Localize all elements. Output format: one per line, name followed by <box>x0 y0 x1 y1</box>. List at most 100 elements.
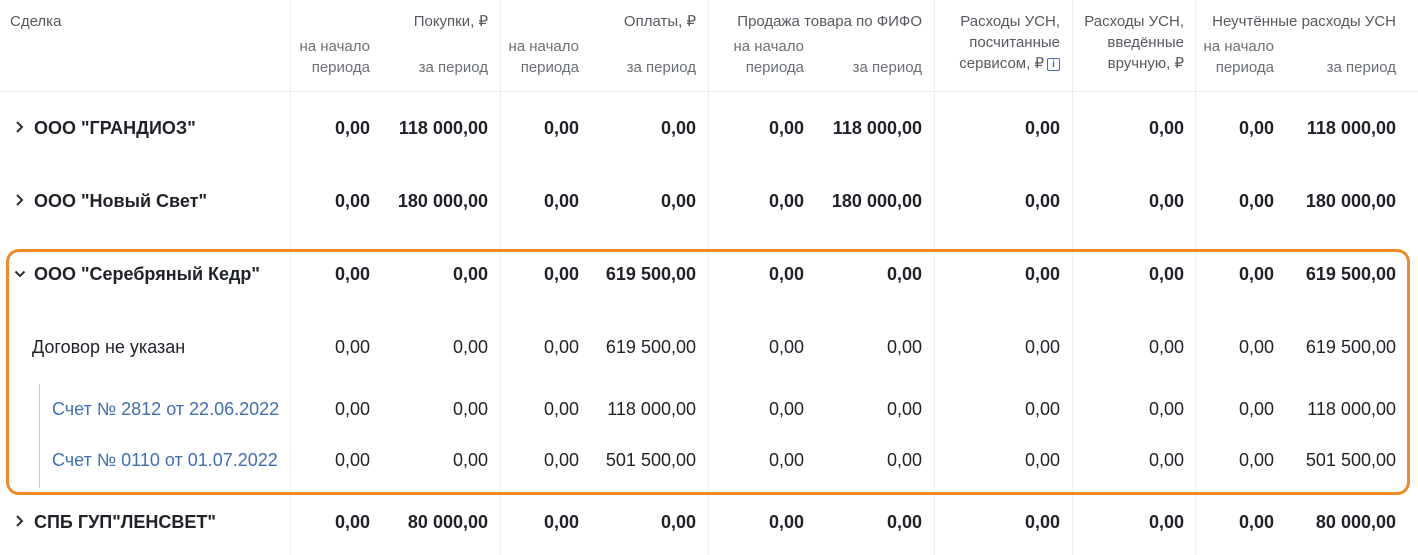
table-row[interactable]: ООО "ГРАНДИОЗ" 0,00 118 000,00 0,00 0,00… <box>0 108 1418 148</box>
unaccounted-start: 0,00 <box>1238 512 1274 532</box>
header-purchases[interactable]: Покупки, ₽ <box>300 11 488 32</box>
table-row[interactable]: ООО "Новый Свет" 0,00 180 000,00 0,00 0,… <box>0 181 1418 221</box>
chevron-right-icon[interactable] <box>13 514 27 528</box>
payments-start: 0,00 <box>543 191 579 211</box>
fifo-period: 0,00 <box>886 337 922 357</box>
header-unaccounted[interactable]: Неучтённые расходы УСН <box>1198 11 1396 32</box>
payments-start: 0,00 <box>543 512 579 532</box>
chevron-down-icon[interactable] <box>13 267 27 281</box>
fifo-start: 0,00 <box>768 337 804 357</box>
unaccounted-period: 118 000,00 <box>1306 118 1396 138</box>
chevron-right-icon[interactable] <box>13 120 27 134</box>
header-payments-start[interactable]: на начало периода <box>500 36 579 78</box>
header-fifo-start[interactable]: на начало периода <box>708 36 804 78</box>
fifo-start: 0,00 <box>768 399 804 419</box>
table-row[interactable]: ООО "Серебряный Кедр" 0,00 0,00 0,00 619… <box>0 254 1418 294</box>
fifo-period: 0,00 <box>886 512 922 532</box>
purchases-start: 0,00 <box>334 264 370 284</box>
contract-name: Договор не указан <box>32 337 186 357</box>
usn-service: 0,00 <box>1024 512 1060 532</box>
payments-period: 0,00 <box>660 512 696 532</box>
payments-start: 0,00 <box>543 450 579 470</box>
purchases-period: 0,00 <box>452 337 488 357</box>
purchases-period: 0,00 <box>452 399 488 419</box>
header-usn-manual[interactable]: Расходы УСН, введённые вручную, ₽ <box>1074 11 1184 74</box>
header-payments-period[interactable]: за период <box>590 57 696 78</box>
usn-manual: 0,00 <box>1148 399 1184 419</box>
deal-name[interactable]: ООО "ГРАНДИОЗ" <box>34 117 196 139</box>
table-row[interactable]: СПБ ГУП"ЛЕНСВЕТ" 0,00 80 000,00 0,00 0,0… <box>0 502 1418 542</box>
header-fifo[interactable]: Продажа товара по ФИФО <box>712 11 922 32</box>
payments-period: 0,00 <box>660 191 696 211</box>
fifo-start: 0,00 <box>768 450 804 470</box>
header-unaccounted-start[interactable]: на начало периода <box>1195 36 1274 78</box>
header-fifo-period[interactable]: за период <box>810 57 922 78</box>
invoice-link[interactable]: Счет № 2812 от 22.06.2022 <box>52 398 279 420</box>
usn-manual: 0,00 <box>1148 450 1184 470</box>
usn-manual: 0,00 <box>1148 512 1184 532</box>
header-deal[interactable]: Сделка <box>10 11 61 32</box>
fifo-period: 0,00 <box>886 399 922 419</box>
purchases-period: 118 000,00 <box>398 118 488 138</box>
purchases-period: 80 000,00 <box>407 512 488 532</box>
payments-period: 501 500,00 <box>605 450 696 470</box>
usn-service: 0,00 <box>1024 191 1060 211</box>
fifo-start: 0,00 <box>768 264 804 284</box>
usn-service: 0,00 <box>1024 399 1060 419</box>
purchases-period: 0,00 <box>452 450 488 470</box>
fifo-period: 118 000,00 <box>832 118 922 138</box>
usn-service: 0,00 <box>1024 450 1060 470</box>
header-unaccounted-period[interactable]: за период <box>1280 57 1396 78</box>
header-usn-service[interactable]: Расходы УСН, посчитанные сервисом, ₽ i <box>940 11 1060 74</box>
purchases-start: 0,00 <box>334 337 370 357</box>
unaccounted-start: 0,00 <box>1238 264 1274 284</box>
purchases-period: 180 000,00 <box>397 191 488 211</box>
unaccounted-period: 619 500,00 <box>1305 337 1396 357</box>
unaccounted-start: 0,00 <box>1238 191 1274 211</box>
unaccounted-start: 0,00 <box>1238 450 1274 470</box>
fifo-start: 0,00 <box>768 512 804 532</box>
payments-start: 0,00 <box>543 399 579 419</box>
header-purchases-start[interactable]: на начало периода <box>290 36 370 78</box>
purchases-start: 0,00 <box>334 450 370 470</box>
purchases-start: 0,00 <box>334 399 370 419</box>
unaccounted-start: 0,00 <box>1238 118 1274 138</box>
unaccounted-period: 118 000,00 <box>1307 399 1396 419</box>
deal-name[interactable]: ООО "Серебряный Кедр" <box>34 263 260 285</box>
deal-name[interactable]: СПБ ГУП"ЛЕНСВЕТ" <box>34 511 216 533</box>
fifo-period: 0,00 <box>886 450 922 470</box>
header-purchases-period[interactable]: за период <box>380 57 488 78</box>
usn-manual: 0,00 <box>1148 191 1184 211</box>
payments-period: 118 000,00 <box>607 399 696 419</box>
table-row[interactable]: Договор не указан 0,00 0,00 0,00 619 500… <box>0 327 1418 367</box>
unaccounted-period: 619 500,00 <box>1305 264 1396 284</box>
fifo-period: 0,00 <box>886 264 922 284</box>
table-row[interactable]: Счет № 2812 от 22.06.2022 0,00 0,00 0,00… <box>0 389 1418 429</box>
unaccounted-start: 0,00 <box>1238 337 1274 357</box>
purchases-period: 0,00 <box>452 264 488 284</box>
unaccounted-period: 501 500,00 <box>1305 450 1396 470</box>
unaccounted-period: 80 000,00 <box>1315 512 1396 532</box>
table-row[interactable]: Счет № 0110 от 01.07.2022 0,00 0,00 0,00… <box>0 440 1418 480</box>
chevron-right-icon[interactable] <box>13 193 27 207</box>
header-payments[interactable]: Оплаты, ₽ <box>510 11 696 32</box>
info-icon[interactable]: i <box>1047 58 1060 71</box>
invoice-link[interactable]: Счет № 0110 от 01.07.2022 <box>52 449 278 471</box>
fifo-period: 180 000,00 <box>831 191 922 211</box>
payments-start: 0,00 <box>543 264 579 284</box>
payments-period: 619 500,00 <box>605 337 696 357</box>
payments-start: 0,00 <box>543 118 579 138</box>
usn-service: 0,00 <box>1024 118 1060 138</box>
usn-manual: 0,00 <box>1148 337 1184 357</box>
usn-service: 0,00 <box>1024 337 1060 357</box>
usn-manual: 0,00 <box>1148 118 1184 138</box>
payments-period: 619 500,00 <box>605 264 696 284</box>
deal-name[interactable]: ООО "Новый Свет" <box>34 190 207 212</box>
payments-period: 0,00 <box>660 118 696 138</box>
purchases-start: 0,00 <box>334 512 370 532</box>
unaccounted-start: 0,00 <box>1238 399 1274 419</box>
purchases-start: 0,00 <box>334 118 370 138</box>
usn-service: 0,00 <box>1024 264 1060 284</box>
purchases-start: 0,00 <box>334 191 370 211</box>
fifo-start: 0,00 <box>768 118 804 138</box>
